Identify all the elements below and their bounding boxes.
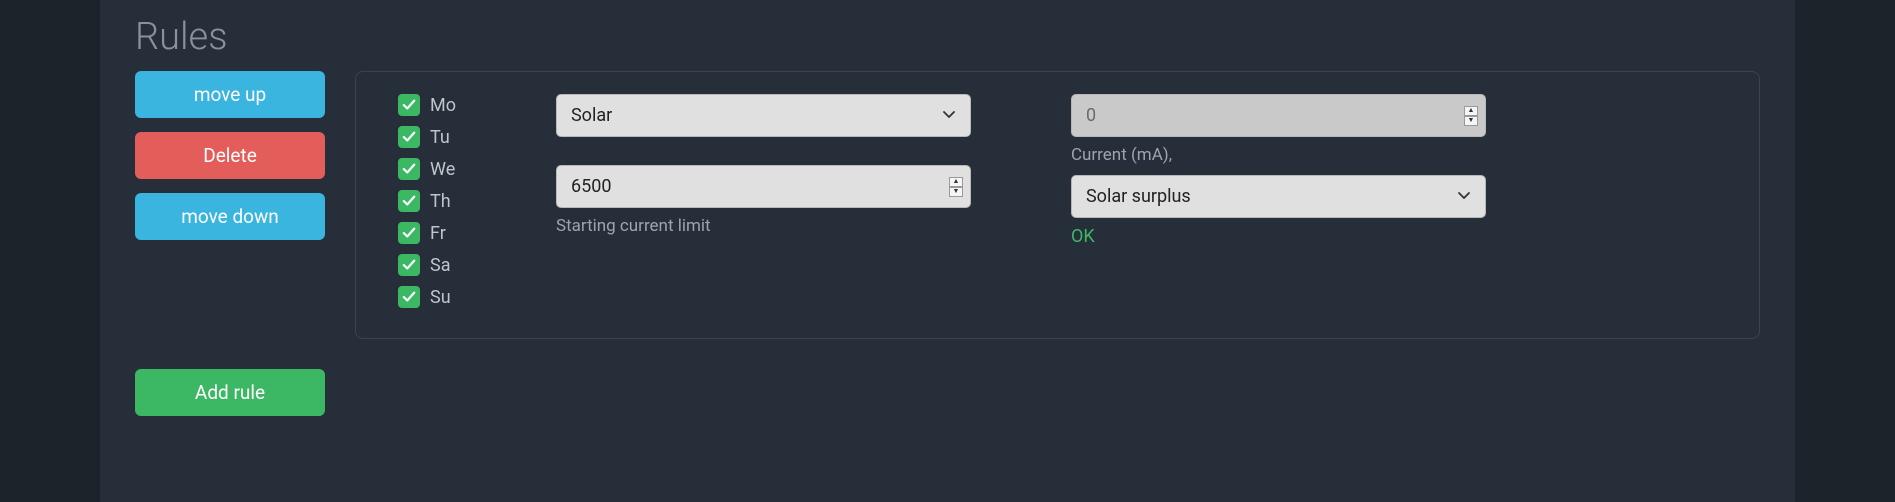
day-label: Sa — [430, 255, 450, 276]
move-down-button[interactable]: move down — [135, 193, 325, 240]
day-label: Th — [430, 191, 451, 212]
mode-select-wrapper: Solar — [556, 94, 971, 137]
check-icon — [402, 130, 416, 144]
rule-panel: Mo Tu We Th — [355, 71, 1760, 339]
rule-actions-sidebar: move up Delete move down — [135, 71, 325, 339]
day-checkbox-fr[interactable] — [398, 222, 420, 244]
page-title: Rules — [135, 0, 1760, 71]
surplus-select[interactable]: Solar surplus — [1071, 175, 1486, 218]
starting-current-label: Starting current limit — [556, 216, 971, 236]
add-rule-button[interactable]: Add rule — [135, 369, 325, 416]
check-icon — [402, 258, 416, 272]
day-checkbox-we[interactable] — [398, 158, 420, 180]
day-checkbox-th[interactable] — [398, 190, 420, 212]
day-row-sa: Sa — [398, 254, 456, 276]
check-icon — [402, 226, 416, 240]
day-checkbox-su[interactable] — [398, 286, 420, 308]
check-icon — [402, 194, 416, 208]
day-label: Tu — [430, 127, 450, 148]
surplus-select-wrapper: Solar surplus — [1071, 175, 1486, 218]
middle-column: Solar ▲ ▼ Starting current limit — [556, 94, 971, 308]
current-input-wrapper: ▲ ▼ — [1071, 94, 1486, 137]
day-row-th: Th — [398, 190, 456, 212]
day-label: We — [430, 159, 455, 180]
move-up-button[interactable]: move up — [135, 71, 325, 118]
day-checkbox-mo[interactable] — [398, 94, 420, 116]
day-label: Mo — [430, 95, 456, 116]
mode-select[interactable]: Solar — [556, 94, 971, 137]
day-checkbox-tu[interactable] — [398, 126, 420, 148]
day-label: Fr — [430, 223, 446, 244]
current-input — [1071, 94, 1486, 137]
day-checkbox-sa[interactable] — [398, 254, 420, 276]
day-label: Su — [430, 287, 451, 308]
status-ok: OK — [1071, 226, 1486, 247]
day-row-tu: Tu — [398, 126, 456, 148]
starting-current-input[interactable] — [556, 165, 971, 208]
day-row-mo: Mo — [398, 94, 456, 116]
check-icon — [402, 98, 416, 112]
current-label: Current (mA), — [1071, 145, 1486, 165]
day-row-su: Su — [398, 286, 456, 308]
starting-current-wrapper: ▲ ▼ — [556, 165, 971, 208]
days-column: Mo Tu We Th — [398, 94, 456, 308]
right-column: ▲ ▼ Current (mA), Solar surplus OK — [1071, 94, 1486, 308]
check-icon — [402, 290, 416, 304]
day-row-we: We — [398, 158, 456, 180]
day-row-fr: Fr — [398, 222, 456, 244]
check-icon — [402, 162, 416, 176]
delete-button[interactable]: Delete — [135, 132, 325, 179]
